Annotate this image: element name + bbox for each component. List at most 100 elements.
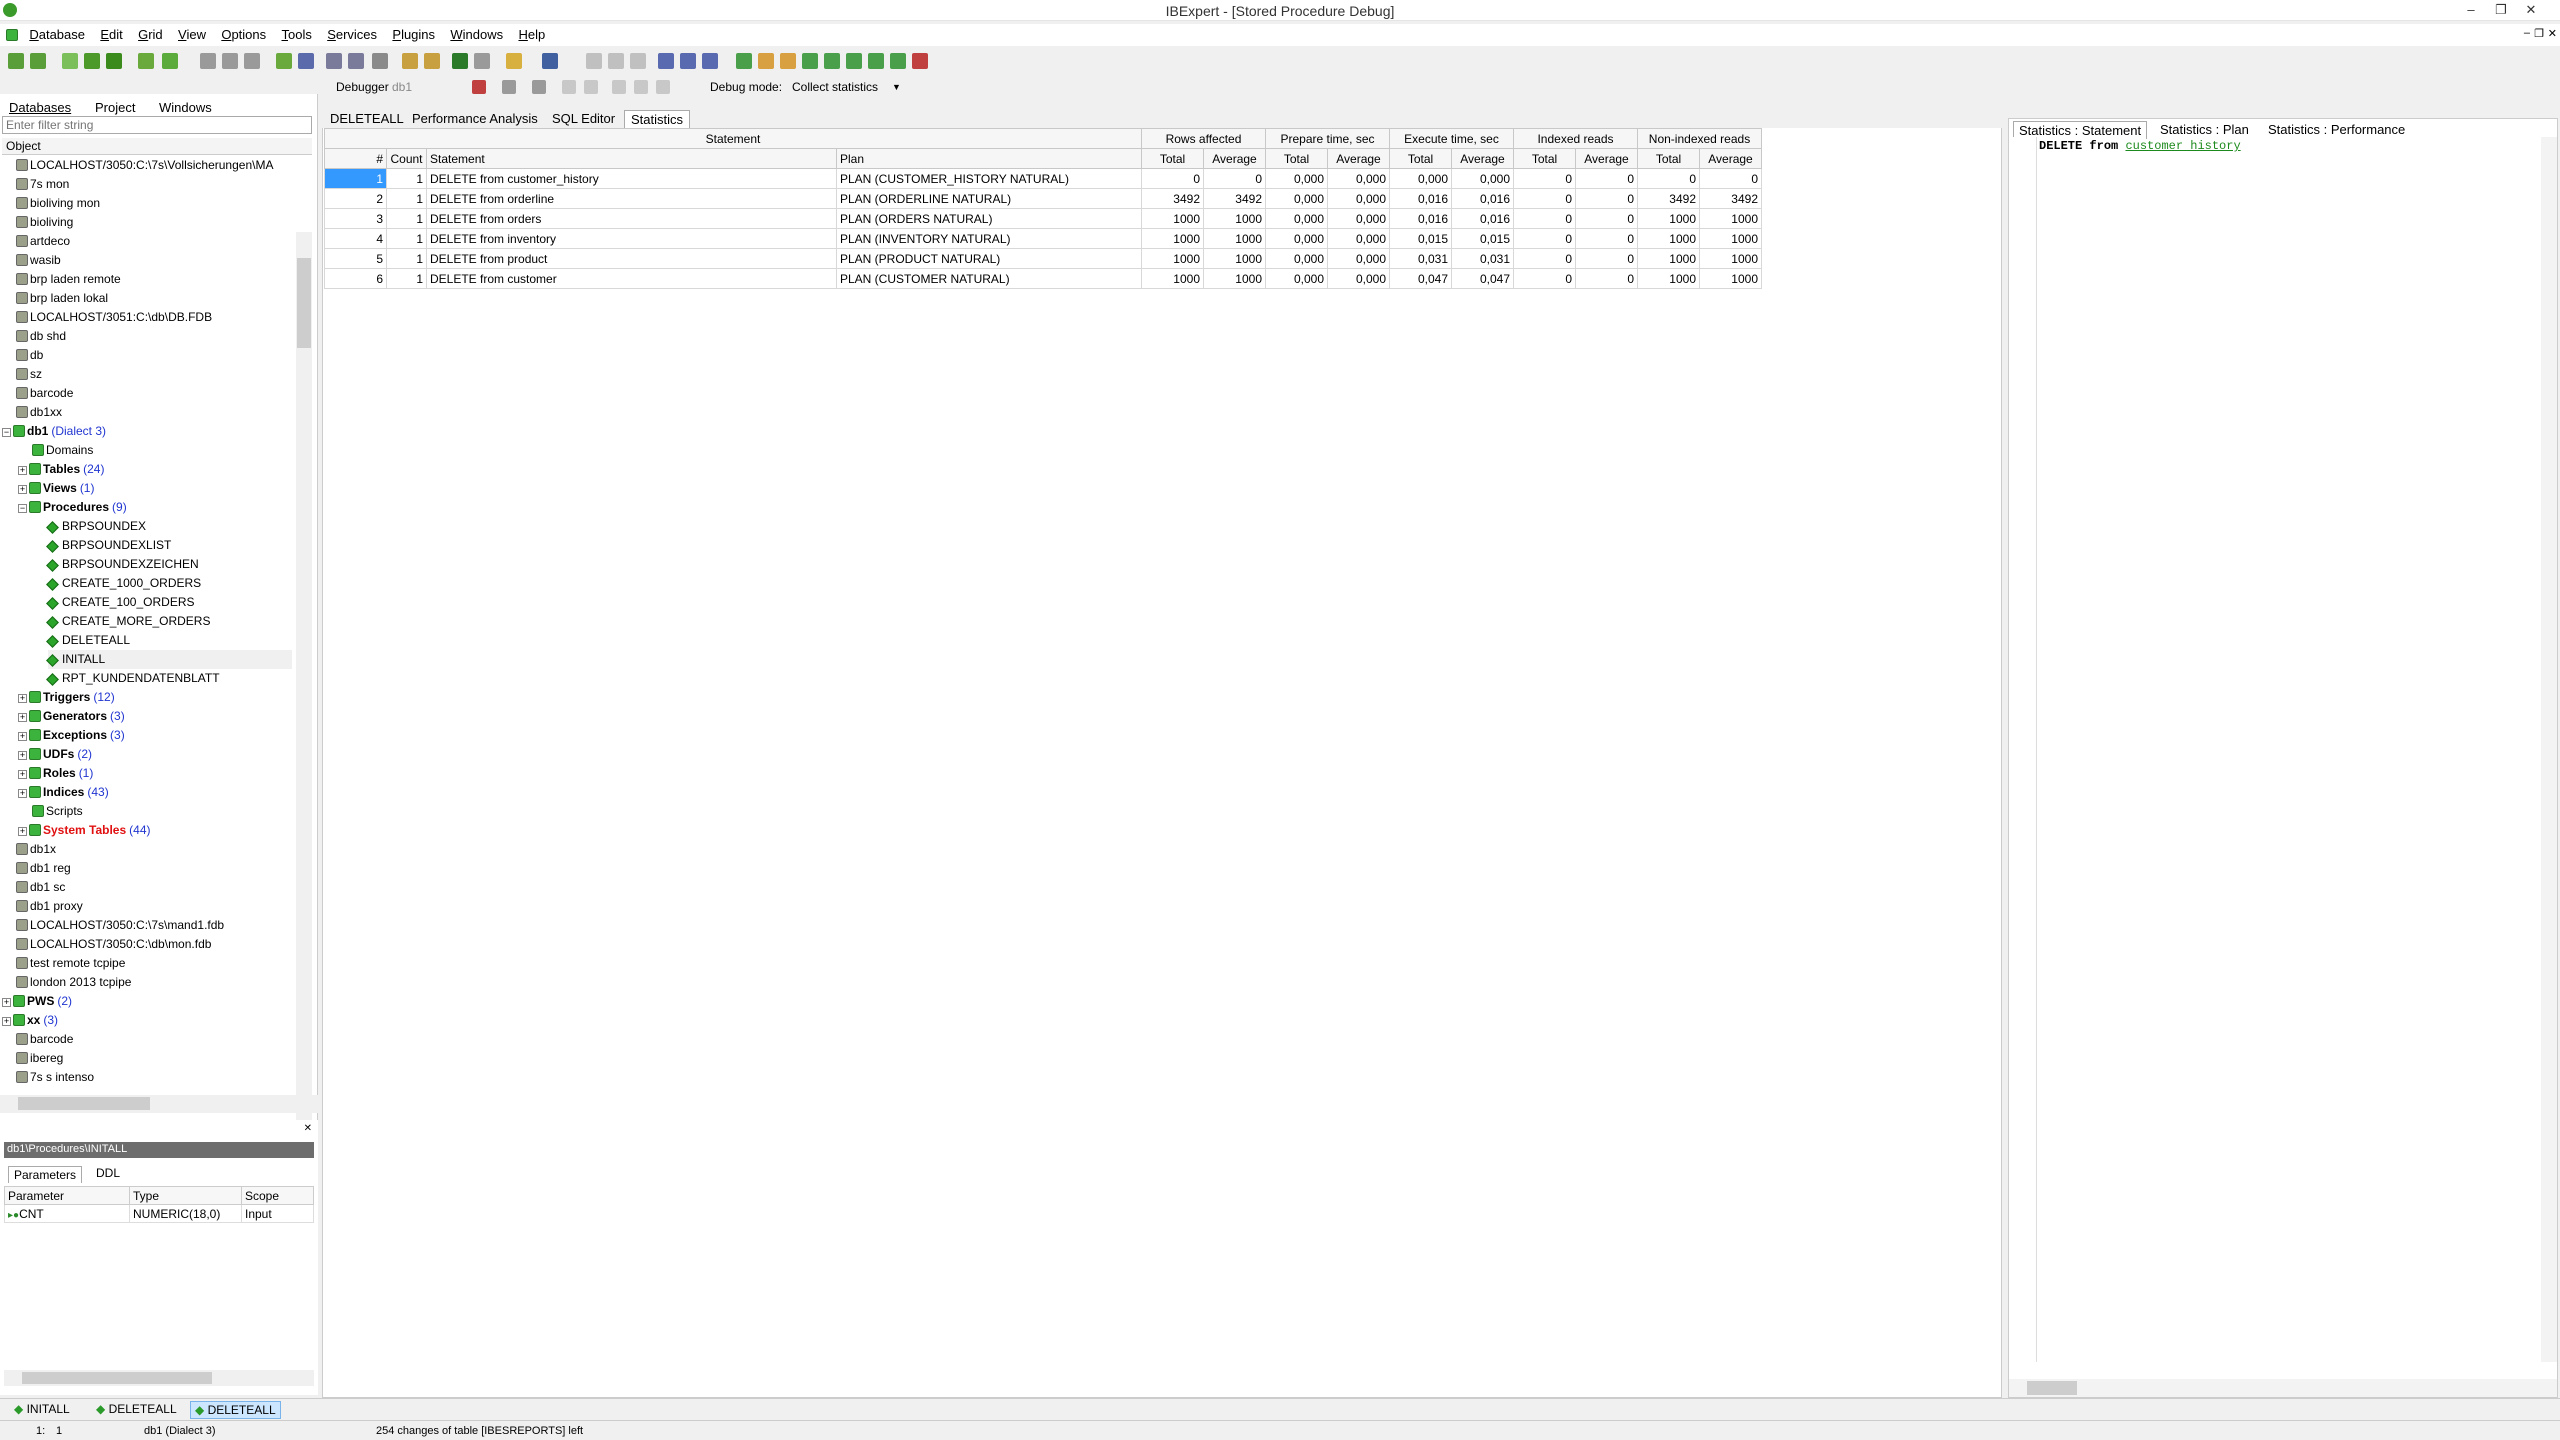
tree-item[interactable]: + xx (3)	[2, 1011, 58, 1030]
task-deleteall[interactable]: ◆ DELETEALL	[92, 1401, 181, 1417]
close-icon[interactable]: ✕	[304, 1123, 312, 1134]
menu-app-icon[interactable]	[0, 26, 20, 45]
expand-icon[interactable]: +	[18, 466, 27, 475]
procedure-icon[interactable]	[802, 53, 818, 69]
tab-deleteall[interactable]: DELETEALL	[324, 110, 410, 127]
tree-item[interactable]: LOCALHOST/3050:C:\db\mon.fdb	[16, 935, 211, 954]
table-row[interactable]: 3 1 DELETE from orders PLAN (ORDERS NATURAL…	[324, 208, 1762, 229]
column-header[interactable]: Average	[1575, 148, 1638, 169]
tree-item[interactable]: db	[16, 346, 43, 365]
expand-icon[interactable]: +	[18, 751, 27, 760]
menu-plugins[interactable]: Plugins	[386, 24, 441, 45]
copy2-icon[interactable]	[608, 53, 624, 69]
tree-item[interactable]: + PWS (2)	[2, 992, 72, 1011]
tree-item[interactable]: ibereg	[16, 1049, 63, 1068]
tab-project[interactable]: Project	[92, 100, 138, 115]
menu-help[interactable]: Help	[512, 24, 551, 45]
tree-item[interactable]: CREATE_1000_ORDERS	[46, 574, 201, 593]
tree-item[interactable]: − Procedures (9)	[18, 498, 127, 517]
expand-icon[interactable]: +	[18, 485, 27, 494]
tab-statistics-performance[interactable]: Statistics : Performance	[2263, 121, 2410, 138]
tree-item[interactable]: − db1 (Dialect 3)	[2, 422, 106, 441]
paste2-icon[interactable]	[630, 53, 646, 69]
tree-item[interactable]: + Roles (1)	[18, 764, 93, 783]
sql-code[interactable]: DELETE from customer history	[2039, 139, 2241, 153]
mdi-restore-icon[interactable]: ❐	[2534, 27, 2544, 40]
column-header[interactable]: Plan	[836, 148, 1142, 169]
table-row[interactable]: 2 1 DELETE from orderline PLAN (ORDERLINE N…	[324, 188, 1762, 209]
table-row[interactable]: 6 1 DELETE from customer PLAN (CUSTOMER NAT…	[324, 268, 1762, 289]
code-vertical-scrollbar[interactable]	[2541, 137, 2557, 1362]
expand-icon[interactable]: +	[18, 732, 27, 741]
table-icon[interactable]	[758, 53, 774, 69]
column-header[interactable]: Average	[1327, 148, 1390, 169]
stop-icon[interactable]	[452, 53, 468, 69]
new-icon[interactable]	[162, 53, 178, 69]
run-to-cursor-icon[interactable]	[532, 80, 546, 94]
sql-table-link[interactable]: customer history	[2125, 139, 2240, 153]
table-row[interactable]: ▸●CNT NUMERIC(18,0) Input	[4, 1204, 314, 1223]
grid-icon[interactable]	[736, 53, 752, 69]
column-header[interactable]: Count	[386, 148, 427, 169]
run-icon[interactable]	[562, 80, 576, 94]
tab-parameters[interactable]: Parameters	[8, 1166, 83, 1183]
tree-item[interactable]: artdeco	[16, 232, 70, 251]
unregister-db-icon[interactable]	[30, 53, 46, 69]
params-hscroll-thumb[interactable]	[22, 1372, 212, 1384]
column-header[interactable]: Average	[1203, 148, 1266, 169]
step-into-icon[interactable]	[612, 80, 626, 94]
tree-item[interactable]: london 2013 tcpipe	[16, 973, 131, 992]
tree-item[interactable]: + Views (1)	[18, 479, 94, 498]
expand-icon[interactable]: +	[2, 998, 11, 1007]
expand-icon[interactable]: +	[18, 713, 27, 722]
type-col-header[interactable]: Type	[129, 1186, 242, 1205]
table-row[interactable]: 5 1 DELETE from product PLAN (PRODUCT NATUR…	[324, 248, 1762, 269]
tree-item[interactable]: + Exceptions (3)	[18, 726, 125, 745]
edit-db-icon[interactable]	[62, 53, 78, 69]
db-dropdown[interactable]: db1	[392, 80, 412, 94]
expand-icon[interactable]: +	[18, 770, 27, 779]
tree-horizontal-scrollbar[interactable]	[0, 1095, 318, 1113]
find-next-icon[interactable]	[680, 53, 696, 69]
expand-icon[interactable]: +	[18, 789, 27, 798]
code-horizontal-scrollbar[interactable]	[2009, 1379, 2557, 1397]
debugger-dropdown[interactable]: Debugger	[336, 80, 389, 94]
tree-item[interactable]: + Indices (43)	[18, 783, 109, 802]
udf-icon[interactable]	[890, 53, 906, 69]
column-header[interactable]: Statement	[426, 148, 837, 169]
collapse-icon[interactable]: −	[18, 504, 27, 513]
debug-mode-dropdown[interactable]: Collect statistics	[792, 80, 878, 94]
refresh-icon[interactable]	[138, 53, 154, 69]
table-row[interactable]: 4 1 DELETE from inventory PLAN (INVENTORY N…	[324, 228, 1762, 249]
tree-item[interactable]: BRPSOUNDEX	[46, 517, 146, 536]
tree-item[interactable]: db shd	[16, 327, 66, 346]
table-row[interactable]: 1 1 DELETE from customer_history PLAN (CUST…	[324, 168, 1762, 189]
tree-item[interactable]: bioliving mon	[16, 194, 100, 213]
tree-item[interactable]: db1xx	[16, 403, 62, 422]
trigger-icon[interactable]	[824, 53, 840, 69]
tree-item[interactable]: LOCALHOST/3050:C:\7s\Vollsicherungen\MA	[16, 156, 273, 175]
param-col-header[interactable]: Parameter	[4, 1186, 130, 1205]
menu-tools[interactable]: Tools	[275, 24, 317, 45]
tree-item[interactable]: + Triggers (12)	[18, 688, 115, 707]
register-db-icon[interactable]	[8, 53, 24, 69]
tree-item[interactable]: BRPSOUNDEXZEICHEN	[46, 555, 199, 574]
column-header[interactable]: Total	[1389, 148, 1452, 169]
pause-icon[interactable]	[584, 80, 598, 94]
generator-icon[interactable]	[846, 53, 862, 69]
cut-icon[interactable]	[586, 53, 602, 69]
search-icon[interactable]	[402, 53, 418, 69]
find-icon[interactable]	[658, 53, 674, 69]
disconnect-db-icon[interactable]	[106, 53, 122, 69]
tree-item[interactable]: brp laden remote	[16, 270, 121, 289]
tab-statistics[interactable]: Statistics	[624, 110, 691, 128]
tree-item[interactable]: + Generators (3)	[18, 707, 125, 726]
code-hscroll-thumb[interactable]	[2027, 1381, 2077, 1395]
scope-col-header[interactable]: Scope	[241, 1186, 314, 1205]
tab-performance-analysis[interactable]: Performance Analysis	[406, 110, 544, 127]
replace-icon[interactable]	[702, 53, 718, 69]
view-icon[interactable]	[780, 53, 796, 69]
tree-item[interactable]: Scripts	[32, 802, 83, 821]
tree-item[interactable]: CREATE_MORE_ORDERS	[46, 612, 210, 631]
tree-item[interactable]: CREATE_100_ORDERS	[46, 593, 195, 612]
